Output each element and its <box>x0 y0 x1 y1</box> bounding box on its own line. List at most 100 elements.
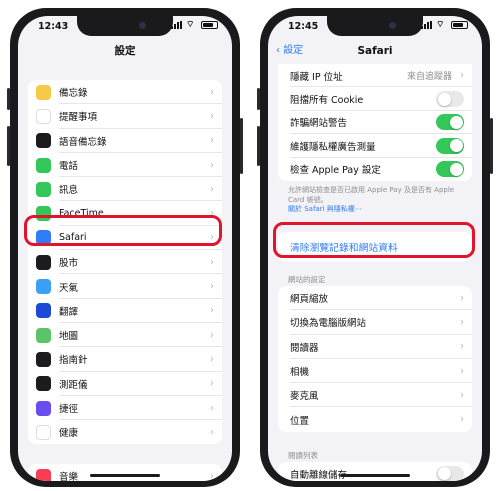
voice-memos-icon <box>36 133 51 149</box>
mute-switch <box>257 88 260 110</box>
settings-item-label: 備忘錄 <box>59 88 88 100</box>
shortcuts-icon <box>36 400 51 416</box>
settings-item-voice-memos[interactable]: 語音備忘錄 › <box>28 129 222 153</box>
settings-item-label: 捷徑 <box>59 404 79 415</box>
chevron-right-icon: › <box>210 378 214 390</box>
nav-bar: ‹ 設定 Safari <box>268 38 482 64</box>
privacy-link[interactable]: 關於 Safari 與隱私權⋯ <box>288 205 468 215</box>
chevron-right-icon: › <box>460 292 464 304</box>
safari-setting-row[interactable]: 檢查 Apple Pay 設定 <box>278 158 472 181</box>
setting-toggle[interactable] <box>436 137 464 154</box>
back-button[interactable]: ‹ 設定 <box>276 38 303 64</box>
setting-value: 來自追蹤器 <box>406 72 452 83</box>
compass-icon <box>36 351 51 367</box>
reminders-icon <box>36 108 51 124</box>
settings-item-label: 健康 <box>59 428 79 440</box>
chevron-right-icon: › <box>210 110 214 122</box>
chevron-right-icon: › <box>210 86 214 98</box>
left-phone: 12:43 ⌔ 設定 備忘錄 › 提醒事項 › 語音備忘錄 › 電話 › 訊息 › FaceTime… <box>7 8 243 487</box>
website-setting-row[interactable]: 閱讀器 › <box>278 335 472 359</box>
translate-icon <box>36 303 51 319</box>
measure-icon <box>36 376 51 392</box>
setting-toggle[interactable] <box>436 91 464 108</box>
settings-item-health[interactable]: 健康 › <box>28 420 222 444</box>
settings-item-reminders[interactable]: 提醒事項 › <box>28 104 222 129</box>
highlight-safari <box>24 215 222 246</box>
chevron-right-icon: › <box>210 159 214 171</box>
safari-setting-row[interactable]: 隱藏 IP 位址 來自追蹤器 › <box>278 64 472 88</box>
website-setting-row[interactable]: 相機 › <box>278 359 472 384</box>
camera-icon <box>389 22 396 29</box>
chevron-right-icon: › <box>460 70 464 82</box>
chevron-right-icon: › <box>210 305 214 317</box>
website-setting-row[interactable]: 網頁縮放 › <box>278 286 472 311</box>
settings-list: 備忘錄 › 提醒事項 › 語音備忘錄 › 電話 › 訊息 › FaceTime › Safari › 股市 ›… <box>28 80 222 445</box>
highlight-clear-history <box>273 222 475 258</box>
chevron-right-icon: › <box>460 389 464 401</box>
privacy-settings-group: 隱藏 IP 位址 來自追蹤器 › 阻擋所有 Cookie 詐騙網站警告維護隱私權廣告測量… <box>278 64 472 181</box>
side-button <box>240 118 243 174</box>
wifi-icon: ⌔ <box>186 20 195 30</box>
website-setting-label: 位置 <box>290 415 310 427</box>
offline-save-row[interactable]: 自動離線儲存 <box>278 462 472 481</box>
safari-setting-row[interactable]: 阻擋所有 Cookie <box>278 87 472 111</box>
settings-item-label: 提醒事項 <box>59 112 98 124</box>
offline-save-label: 自動離線儲存 <box>290 469 348 481</box>
messages-icon <box>36 181 51 197</box>
volume-button <box>257 126 260 166</box>
back-label: 設定 <box>283 45 304 56</box>
website-setting-row[interactable]: 位置 › <box>278 407 472 431</box>
settings-item-weather[interactable]: 天氣 › <box>28 274 222 299</box>
settings-item-shortcuts[interactable]: 捷徑 › <box>28 396 222 421</box>
settings-item-label: 訊息 <box>59 185 79 197</box>
apple-pay-note: 允許網站檢查是否已啟用 Apple Pay 及是否有 Apple Card 帳號… <box>288 186 468 215</box>
settings-list-bottom: 音樂 › <box>28 464 222 481</box>
chevron-right-icon: › <box>460 365 464 377</box>
chevron-right-icon: › <box>460 316 464 328</box>
safari-setting-row[interactable]: 維護隱私權廣告測量 <box>278 134 472 158</box>
setting-toggle[interactable] <box>436 114 464 131</box>
settings-item-measure[interactable]: 測距儀 › <box>28 372 222 396</box>
chevron-right-icon: › <box>460 414 464 426</box>
volume-button <box>7 126 10 166</box>
chevron-left-icon: ‹ <box>276 45 280 56</box>
home-indicator <box>90 474 160 477</box>
chevron-right-icon: › <box>460 341 464 353</box>
settings-item-compass[interactable]: 指南針 › <box>28 347 222 372</box>
settings-item-messages[interactable]: 訊息 › <box>28 177 222 202</box>
website-setting-label: 相機 <box>290 367 310 379</box>
maps-icon <box>36 327 51 343</box>
settings-item-label: 天氣 <box>59 282 79 294</box>
music-icon <box>36 468 51 481</box>
settings-item-label: 翻譯 <box>59 306 79 318</box>
mute-switch <box>7 88 10 110</box>
setting-toggle[interactable] <box>436 161 464 178</box>
offline-save-toggle[interactable] <box>436 465 464 481</box>
chevron-right-icon: › <box>210 426 214 438</box>
settings-item-label: 地圖 <box>59 331 79 343</box>
settings-item-translate[interactable]: 翻譯 › <box>28 299 222 323</box>
safari-setting-label: 維護隱私權廣告測量 <box>290 141 376 153</box>
settings-item-maps[interactable]: 地圖 › <box>28 323 222 348</box>
page-title: Safari <box>357 45 393 57</box>
website-setting-row[interactable]: 麥克風 › <box>278 383 472 408</box>
website-setting-row[interactable]: 切換為電腦版網站 › <box>278 310 472 335</box>
settings-item-notes[interactable]: 備忘錄 › <box>28 80 222 105</box>
safari-setting-label: 隱藏 IP 位址 <box>290 71 343 83</box>
settings-item-label: 語音備忘錄 <box>59 136 107 148</box>
settings-item-phone[interactable]: 電話 › <box>28 153 222 178</box>
section-header-reading-list: 閱讀列表 <box>288 451 318 460</box>
home-indicator <box>340 474 410 477</box>
settings-item-music[interactable]: 音樂 › <box>28 464 222 481</box>
website-setting-label: 閱讀器 <box>290 342 319 354</box>
settings-item-stocks[interactable]: 股市 › <box>28 250 222 275</box>
weather-icon <box>36 279 51 295</box>
safari-setting-row[interactable]: 詐騙網站警告 <box>278 111 472 135</box>
settings-item-label: 股市 <box>59 258 79 270</box>
side-button <box>490 118 493 174</box>
notch <box>77 16 173 36</box>
chevron-right-icon: › <box>210 402 214 414</box>
settings-item-label: 電話 <box>59 161 79 173</box>
safari-setting-label: 詐騙網站警告 <box>290 118 348 130</box>
notes-icon <box>36 84 51 100</box>
